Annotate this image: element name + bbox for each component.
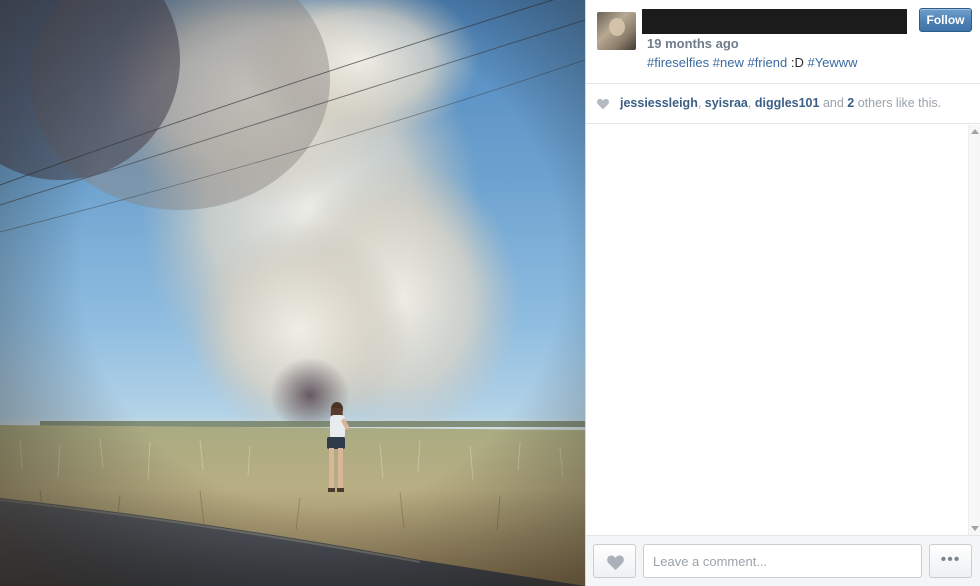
follow-button[interactable]: Follow [919, 8, 972, 32]
separator: , [697, 96, 705, 110]
heart-icon [597, 98, 609, 110]
redacted-username [642, 9, 907, 34]
likes-text: jessiessleigh, syisraa, diggles101 and 2… [620, 96, 941, 110]
heart-icon [607, 555, 624, 571]
likes-and-text: and [819, 96, 848, 110]
hashtag-link[interactable]: #new [713, 55, 744, 70]
photo-illustration [0, 0, 585, 586]
separator: , [747, 96, 755, 110]
hashtag-link[interactable]: #Yewww [807, 55, 857, 70]
likes-suffix: others like this. [854, 96, 942, 110]
liker-link[interactable]: jessiessleigh [620, 96, 698, 110]
scroll-up-icon[interactable] [971, 129, 979, 134]
comment-footer: ••• [586, 535, 980, 586]
likes-summary: jessiessleigh, syisraa, diggles101 and 2… [586, 84, 980, 124]
post-header: Follow 19 months ago #fireselfies #new #… [586, 0, 980, 84]
scroll-down-icon[interactable] [971, 526, 979, 531]
avatar[interactable] [597, 12, 636, 50]
hashtag-link[interactable]: #fireselfies [647, 55, 709, 70]
liker-link[interactable]: diggles101 [755, 96, 820, 110]
post-photo[interactable] [0, 0, 585, 586]
comment-input[interactable] [643, 544, 922, 578]
more-options-icon: ••• [940, 551, 961, 568]
caption-text: :D [790, 55, 804, 70]
hashtag-link[interactable]: #friend [747, 55, 787, 70]
more-options-button[interactable]: ••• [929, 544, 972, 578]
comments-scrollbar[interactable] [968, 125, 980, 535]
comments-list [586, 125, 968, 535]
post-caption: #fireselfies #new #friend :D #Yewww [647, 55, 858, 70]
post-timestamp: 19 months ago [647, 36, 739, 51]
post-side-panel: Follow 19 months ago #fireselfies #new #… [585, 0, 980, 586]
like-button[interactable] [593, 544, 636, 578]
liker-link[interactable]: syisraa [705, 96, 748, 110]
